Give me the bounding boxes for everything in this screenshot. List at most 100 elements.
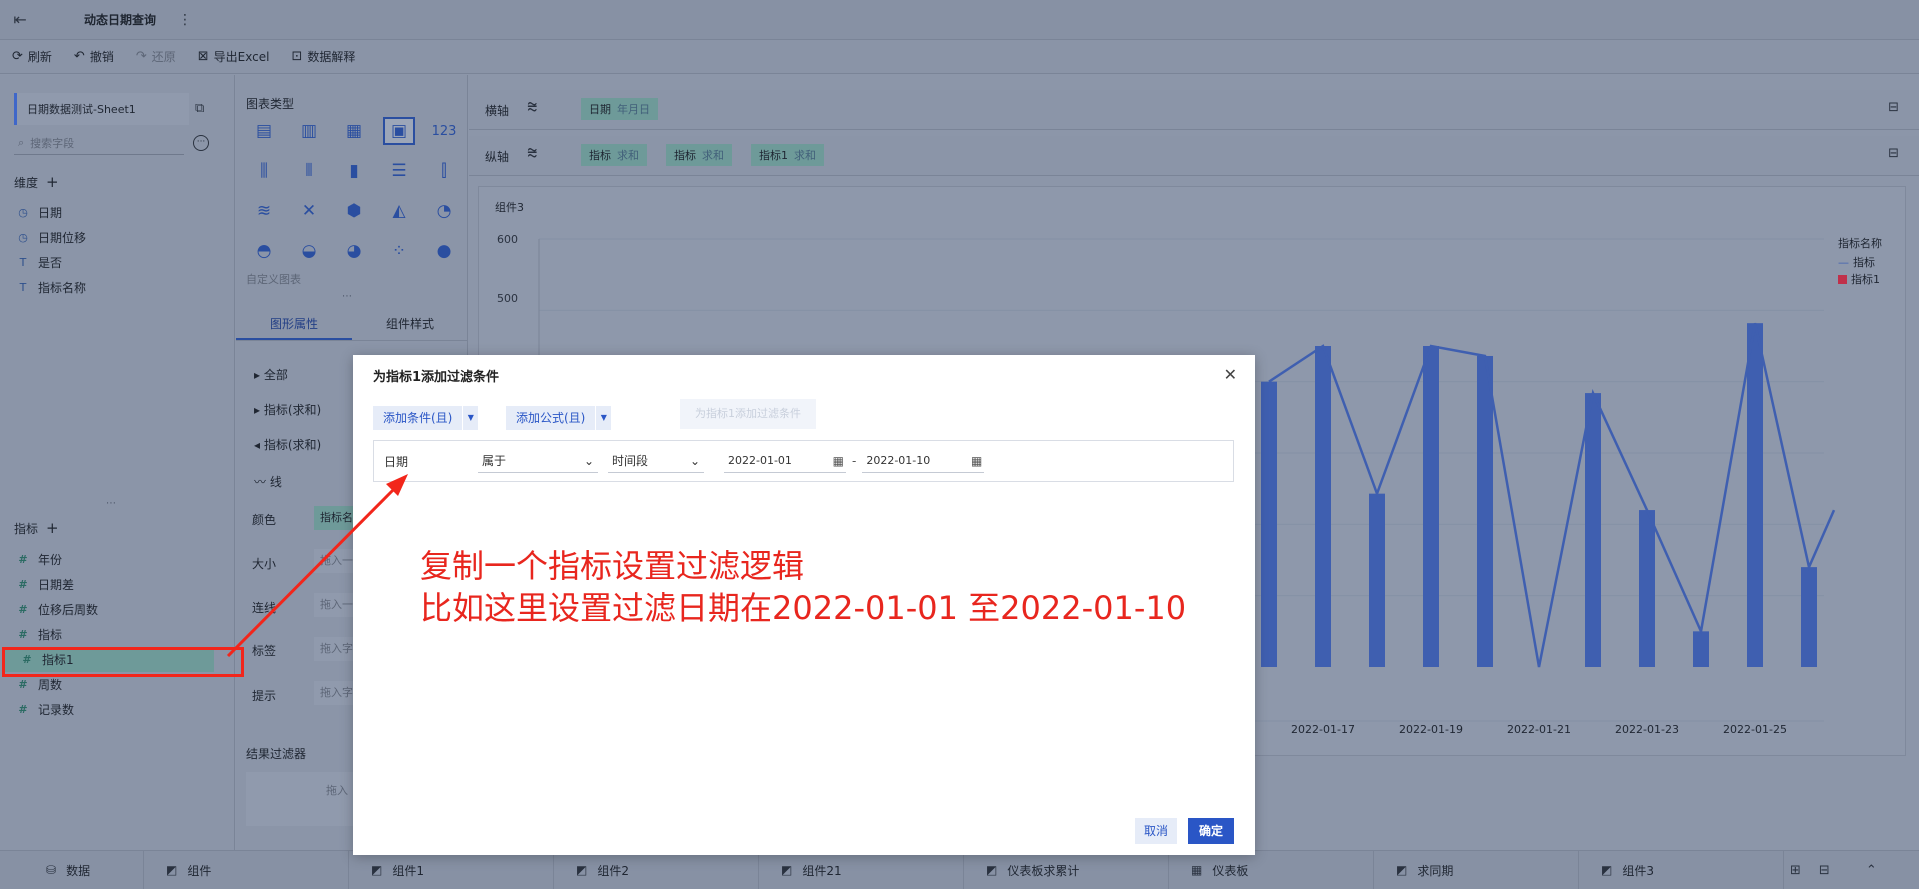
add-chart-icon[interactable]: ⊞ <box>1790 863 1801 878</box>
measure-item[interactable]: # 年份 <box>0 547 234 572</box>
add-formula-button[interactable]: 添加公式(且) ▼ <box>506 406 612 430</box>
lock-icon[interactable]: ⊟ <box>1888 146 1899 161</box>
y-axis-pill[interactable]: 指标 求和 <box>581 144 647 166</box>
bar[interactable] <box>1477 355 1493 667</box>
gauge-icon[interactable]: ◔ <box>428 197 460 225</box>
axis-settings-icon[interactable]: ⩬ <box>527 142 538 163</box>
dimension-item[interactable]: T 指标名称 <box>0 275 234 300</box>
tab-graph-props[interactable]: 图形属性 <box>236 307 352 340</box>
export-excel-button[interactable]: ⊠ 导出Excel <box>198 48 270 65</box>
cancel-button[interactable]: 取消 <box>1135 818 1177 844</box>
y-axis-pill[interactable]: 指标1 求和 <box>751 144 824 166</box>
search-placeholder: 搜索字段 <box>30 136 75 150</box>
rose-chart-icon[interactable]: ◒ <box>293 237 325 265</box>
close-icon[interactable]: ✕ <box>1224 365 1237 384</box>
multi-pie-icon[interactable]: ◕ <box>338 237 370 265</box>
legend-item[interactable]: 指标1 <box>1838 271 1880 287</box>
dimension-item[interactable]: ◷ 日期 <box>0 200 234 225</box>
bubble-icon[interactable]: ● <box>428 237 460 265</box>
bar[interactable] <box>1261 381 1277 667</box>
horizontal-bar-icon[interactable]: ☰ <box>383 157 415 185</box>
bar[interactable] <box>1315 346 1331 667</box>
tab-component[interactable]: ◩ 组件 <box>144 850 349 889</box>
add-dashboard-icon[interactable]: ⊟ <box>1819 863 1830 878</box>
tab-component1[interactable]: ◩ 组件1 <box>349 850 554 889</box>
add-measure-icon[interactable]: + <box>46 519 59 537</box>
measure-item[interactable]: # 位移后周数 <box>0 597 234 622</box>
bar[interactable] <box>1801 567 1817 667</box>
dimension-item[interactable]: ◷ 日期位移 <box>0 225 234 250</box>
measure-item[interactable]: # 日期差 <box>0 572 234 597</box>
x-axis-pill[interactable]: 日期 年月日 <box>581 98 658 120</box>
start-date-input[interactable]: 2022-01-01 ▦ <box>724 449 846 473</box>
axis-settings-icon[interactable]: ⩬ <box>527 96 538 117</box>
ok-button[interactable]: 确定 <box>1188 818 1234 844</box>
scatter-icon[interactable]: ⁘ <box>383 237 415 265</box>
tab-dashboard-cumulative[interactable]: ◩ 仪表板求累计 <box>964 850 1169 889</box>
lock-icon[interactable]: ⊟ <box>1888 100 1899 115</box>
bar[interactable] <box>1369 493 1385 667</box>
area-chart-icon[interactable]: ◭ <box>383 197 415 225</box>
tab-dashboard[interactable]: ▦ 仪表板 <box>1169 850 1374 889</box>
end-date-input[interactable]: 2022-01-10 ▦ <box>862 449 985 473</box>
prop-measure[interactable]: ▸ 指标(求和) <box>254 401 321 418</box>
bar[interactable] <box>1639 510 1655 667</box>
prop-all[interactable]: ▸ 全部 <box>254 366 288 383</box>
tab-data[interactable]: ⛁ 数据 <box>0 850 144 889</box>
table-icon[interactable]: ▤ <box>248 117 280 145</box>
explain-icon: ⊡ <box>291 49 303 64</box>
bar[interactable] <box>1585 393 1601 667</box>
more-icon[interactable]: ⋮ <box>178 12 192 28</box>
prop-label: 全部 <box>263 368 288 382</box>
caret-down-icon[interactable]: ▼ <box>462 406 478 430</box>
line-chart-icon[interactable]: ≋ <box>248 197 280 225</box>
refresh-button[interactable]: ⟳ 刷新 <box>12 48 52 65</box>
collapse-up-icon[interactable]: ⌃ <box>1866 863 1877 878</box>
measure-item[interactable]: # 记录数 <box>0 697 234 722</box>
radar-icon[interactable]: ⬢ <box>338 197 370 225</box>
stacked-bar-icon[interactable]: ⦀ <box>293 157 325 185</box>
tab-component-style[interactable]: 组件样式 <box>352 307 468 340</box>
cross-table-icon[interactable]: ▥ <box>293 117 325 145</box>
tab-component21[interactable]: ◩ 组件21 <box>759 850 964 889</box>
y-axis-pill[interactable]: 指标 求和 <box>666 144 732 166</box>
field-search[interactable]: ⌕ 搜索字段 <box>14 131 184 155</box>
data-explain-button[interactable]: ⊡ 数据解释 <box>291 48 355 65</box>
back-icon[interactable]: ⇤ <box>0 10 40 29</box>
tab-same-period[interactable]: ◩ 求同期 <box>1374 850 1579 889</box>
bar[interactable] <box>1693 631 1709 667</box>
custom-chart-icon[interactable]: ▣ <box>383 117 415 145</box>
range-type-select[interactable]: 时间段 ⌄ <box>608 449 704 473</box>
tab-component3[interactable]: ◩ 组件3 <box>1579 850 1784 889</box>
measure-item[interactable]: # 指标 <box>0 622 234 647</box>
bar[interactable] <box>1423 346 1439 667</box>
add-condition-button[interactable]: 添加条件(且) ▼ <box>373 406 479 430</box>
more-options-icon[interactable]: ··· <box>193 135 209 151</box>
legend-square-icon <box>1838 274 1847 284</box>
bar[interactable] <box>1747 323 1763 667</box>
pie-chart-icon[interactable]: ◓ <box>248 237 280 265</box>
calendar-icon[interactable]: ▦ <box>833 454 844 468</box>
detail-table-icon[interactable]: ▦ <box>338 117 370 145</box>
prop-measure-expanded[interactable]: ◂ 指标(求和) <box>254 436 321 453</box>
dataset-selector[interactable]: 日期数据测试-Sheet1 <box>14 93 189 125</box>
switch-dataset-icon[interactable]: ⧉ <box>195 101 204 116</box>
redo-button[interactable]: ↷ 还原 <box>136 48 176 65</box>
scatter-line-icon[interactable]: ✕ <box>293 197 325 225</box>
kpi-icon[interactable]: 123 <box>428 117 460 145</box>
add-dimension-icon[interactable]: + <box>46 173 59 191</box>
clock-icon: ◷ <box>18 206 28 219</box>
dimension-item[interactable]: T 是否 <box>0 250 234 275</box>
range-bar-icon[interactable]: ⫿ <box>428 157 460 185</box>
resize-handle[interactable]: ⋯ <box>342 291 353 302</box>
tab-component2[interactable]: ◩ 组件2 <box>554 850 759 889</box>
bar-chart-icon[interactable]: ▮ <box>338 157 370 185</box>
caret-down-icon[interactable]: ▼ <box>595 406 611 430</box>
calendar-icon[interactable]: ▦ <box>971 454 982 468</box>
operator-select[interactable]: 属于 ⌄ <box>478 449 598 473</box>
pill-name: 指标 <box>589 149 611 162</box>
grouped-bar-icon[interactable]: ⫼ <box>248 157 280 185</box>
undo-button[interactable]: ↶ 撤销 <box>74 48 114 65</box>
resize-handle[interactable]: ⋯ <box>106 498 117 509</box>
legend-item[interactable]: — 指标 <box>1838 254 1875 270</box>
